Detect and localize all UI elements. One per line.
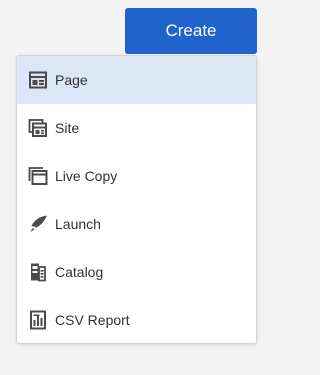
create-menu: Page Site Live Copy Launch Catalog CSV R… — [16, 55, 257, 344]
menu-item-live-copy[interactable]: Live Copy — [17, 152, 256, 200]
launch-icon — [27, 213, 49, 235]
live-copy-icon — [27, 165, 49, 187]
menu-item-label: Page — [55, 72, 88, 88]
menu-item-label: Launch — [55, 216, 101, 232]
menu-item-launch[interactable]: Launch — [17, 200, 256, 248]
page-icon — [27, 69, 49, 91]
site-icon — [27, 117, 49, 139]
menu-item-csv-report[interactable]: CSV Report — [17, 296, 256, 343]
menu-item-catalog[interactable]: Catalog — [17, 248, 256, 296]
csv-report-icon — [27, 309, 49, 331]
menu-item-label: Site — [55, 120, 80, 136]
catalog-icon — [27, 261, 49, 283]
menu-item-site[interactable]: Site — [17, 104, 256, 152]
menu-item-page[interactable]: Page — [17, 56, 256, 104]
create-button[interactable]: Create — [125, 8, 257, 54]
menu-item-label: CSV Report — [55, 312, 130, 328]
page: Create Page Site Live Copy Launch Catalo… — [0, 0, 269, 375]
menu-item-label: Catalog — [55, 264, 104, 280]
menu-item-label: Live Copy — [55, 168, 118, 184]
